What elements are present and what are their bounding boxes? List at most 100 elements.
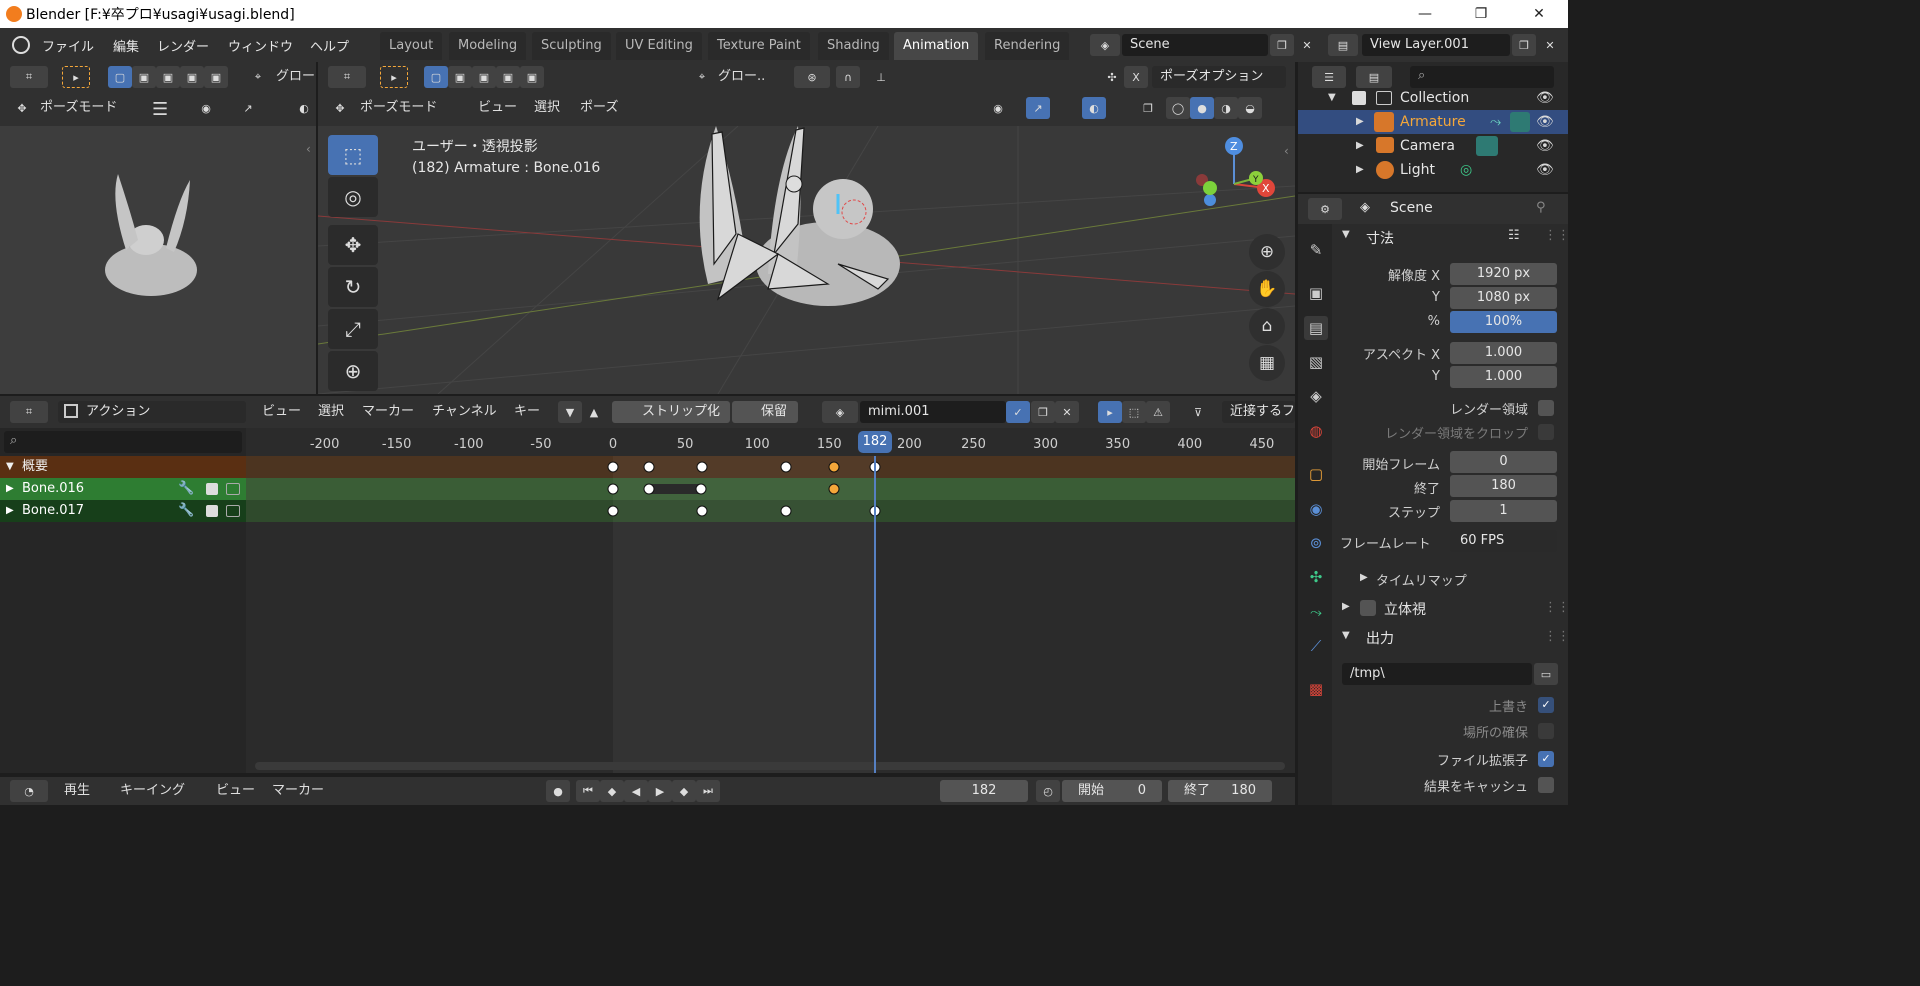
render-region-checkbox[interactable] <box>1538 400 1554 416</box>
props-editor-type-icon[interactable]: ⚙ <box>1308 198 1342 220</box>
camera-data-icon[interactable] <box>1476 136 1498 156</box>
keyframe[interactable] <box>695 483 707 495</box>
ds-mode-dropdown[interactable]: アクション <box>58 401 246 423</box>
overwrite-checkbox[interactable]: ✓ <box>1538 697 1554 713</box>
play-icon[interactable]: ▶ <box>648 780 672 802</box>
ds-menu-select[interactable]: 選択 <box>318 401 344 423</box>
auto-keying-icon[interactable]: ● <box>546 780 570 802</box>
menu-playback[interactable]: 再生 <box>64 780 90 802</box>
left-collapse-icon[interactable]: ‹ <box>306 142 311 156</box>
main-3d-viewport[interactable]: ⌗ ▸ ▢ ▣ ▣ ▣ ▣ ⌖ グロー.. ⊛ ∩ ⊥ ✣ X ポーズオプション… <box>318 62 1295 394</box>
keyframe[interactable] <box>828 483 840 495</box>
main-select-intersect-icon[interactable]: ▣ <box>520 66 544 88</box>
prev-keyframe-icon[interactable]: ◆ <box>600 780 624 802</box>
ortho-grid-icon[interactable]: ▦ <box>1249 345 1285 381</box>
frame-step-field[interactable]: 1 <box>1450 500 1557 522</box>
view-layer-field[interactable]: View Layer.001 <box>1362 34 1510 56</box>
left-mode-dropdown[interactable]: ポーズモード <box>40 97 117 119</box>
res-x-field[interactable]: 1920 px <box>1450 263 1557 285</box>
mirror-icon[interactable]: ✣ <box>1100 66 1124 88</box>
outliner-row-collection[interactable]: ▼ Collection 👁 <box>1298 86 1568 110</box>
ds-menu-channel[interactable]: チャンネル <box>432 401 497 423</box>
outliner-editor-type-icon[interactable]: ☰ <box>1312 66 1346 88</box>
tool-scale[interactable]: ⤢ <box>328 309 378 349</box>
drag-handle-icon[interactable]: ⋮⋮ <box>1544 228 1570 243</box>
maximize-button[interactable]: ❐ <box>1452 0 1510 28</box>
time-remap-section[interactable]: ▶ タイムリマップ <box>1334 569 1562 591</box>
keyframe[interactable] <box>828 461 840 473</box>
view-layer-tab-icon[interactable]: ▧ <box>1304 350 1328 374</box>
res-y-field[interactable]: 1080 px <box>1450 287 1557 309</box>
select-mode-extend-icon[interactable]: ▣ <box>132 66 156 88</box>
select-mode-invert-icon[interactable]: ▣ <box>180 66 204 88</box>
menu-render[interactable]: レンダー <box>157 36 209 55</box>
eye-icon[interactable]: 👁 <box>1536 86 1554 110</box>
modifier-tab-icon[interactable]: ◉ <box>1304 497 1328 521</box>
menu-pose[interactable]: ポーズ <box>580 97 618 119</box>
timeline-menu-marker[interactable]: マーカー <box>272 780 324 802</box>
ds-editor-type-icon[interactable]: ⌗ <box>10 401 48 423</box>
stereoscopy-checkbox[interactable] <box>1360 600 1376 616</box>
collection-expand-icon[interactable]: ▼ <box>1328 86 1336 110</box>
channel-search-input[interactable] <box>4 431 242 453</box>
armature-data-icon[interactable] <box>1510 112 1530 132</box>
res-pct-field[interactable]: 100% <box>1450 311 1557 333</box>
preview-range-icon[interactable]: ◴ <box>1036 780 1060 802</box>
overlay-icon[interactable]: ◐ <box>292 97 316 119</box>
aspect-x-field[interactable]: 1.000 <box>1450 342 1557 364</box>
filter-icon[interactable]: ⊽ <box>1180 401 1216 423</box>
tab-modeling[interactable]: Modeling <box>449 32 527 60</box>
main-orientation-dropdown[interactable]: グロー.. <box>718 66 765 88</box>
aspect-y-field[interactable]: 1.000 <box>1450 366 1557 388</box>
shading-rendered-icon[interactable]: ◒ <box>1238 97 1262 119</box>
pin-icon[interactable]: ⚲ <box>1536 200 1546 215</box>
jump-end-icon[interactable]: ⏭ <box>696 780 720 802</box>
main-gizmo-icon[interactable]: ↗ <box>1026 97 1050 119</box>
scene-selector-icon[interactable]: ◈ <box>1090 34 1120 56</box>
modifier-wrench-icon[interactable]: 🔧 <box>178 478 194 500</box>
modifier-wrench-icon[interactable]: 🔧 <box>178 500 194 522</box>
tool-transform[interactable]: ⊕ <box>328 351 378 391</box>
shading-solid-icon[interactable]: ● <box>1190 97 1214 119</box>
scene-tab-icon[interactable]: ◈ <box>1304 384 1328 408</box>
new-scene-icon[interactable]: ❐ <box>1270 34 1294 56</box>
render-tab-icon[interactable]: ▣ <box>1304 281 1328 305</box>
stereoscopy-expand-icon[interactable]: ▶ <box>1342 601 1350 612</box>
tab-layout[interactable]: Layout <box>380 32 443 60</box>
only-selected-icon[interactable]: ▸ <box>1098 401 1122 423</box>
drag-handle-icon[interactable]: ⋮⋮ <box>1544 629 1570 644</box>
keyframe[interactable] <box>696 505 708 517</box>
only-errors-icon[interactable]: ⚠ <box>1146 401 1170 423</box>
menu-keying[interactable]: キーイング <box>120 780 185 802</box>
main-overlay-icon[interactable]: ◐ <box>1082 97 1106 119</box>
horizontal-scrollbar[interactable] <box>255 762 1285 770</box>
main-collapse-icon[interactable]: ‹ <box>1284 144 1289 158</box>
gizmo-icon[interactable]: ↗ <box>236 97 260 119</box>
pose-data-icon[interactable]: ⤳ <box>1490 110 1501 134</box>
armature-expand-icon[interactable]: ▶ <box>1356 110 1364 134</box>
pivot-point-icon[interactable]: ⊛ <box>794 66 830 88</box>
left-orientation-dropdown[interactable]: グロー <box>276 66 315 88</box>
lock-icon[interactable] <box>226 505 240 517</box>
delete-scene-icon[interactable]: ✕ <box>1295 34 1319 56</box>
menu-view[interactable]: ビュー <box>478 97 517 119</box>
select-tool-icon[interactable]: ▸ <box>62 66 90 88</box>
hamburger-menu-icon[interactable]: ☰ <box>152 99 168 120</box>
show-hidden-icon[interactable]: ⬚ <box>1122 401 1146 423</box>
channel-summary[interactable]: ▼ 概要 <box>0 456 246 478</box>
eye-icon[interactable]: 👁 <box>1536 110 1554 134</box>
menu-file[interactable]: ファイル <box>42 36 94 55</box>
action-browse-icon[interactable]: ◈ <box>822 401 858 423</box>
main-select-tool-icon[interactable]: ▸ <box>380 66 408 88</box>
time-remap-expand-icon[interactable]: ▶ <box>1360 572 1368 583</box>
mirror-x-toggle[interactable]: X <box>1124 66 1148 88</box>
collection-checkbox[interactable] <box>1352 91 1366 105</box>
start-frame-field[interactable]: 開始 0 <box>1062 780 1162 802</box>
tool-rotate[interactable]: ↻ <box>328 267 378 307</box>
section-dimensions[interactable]: ▼ 寸法 ☷ ⋮⋮ <box>1334 226 1570 250</box>
fake-user-shield-icon[interactable]: ✓ <box>1006 401 1030 423</box>
tool-tab-icon[interactable]: ✎ <box>1304 238 1328 262</box>
menu-select[interactable]: 選択 <box>534 97 560 119</box>
current-frame-field[interactable]: 182 <box>940 780 1028 802</box>
minimize-button[interactable]: — <box>1396 0 1454 28</box>
